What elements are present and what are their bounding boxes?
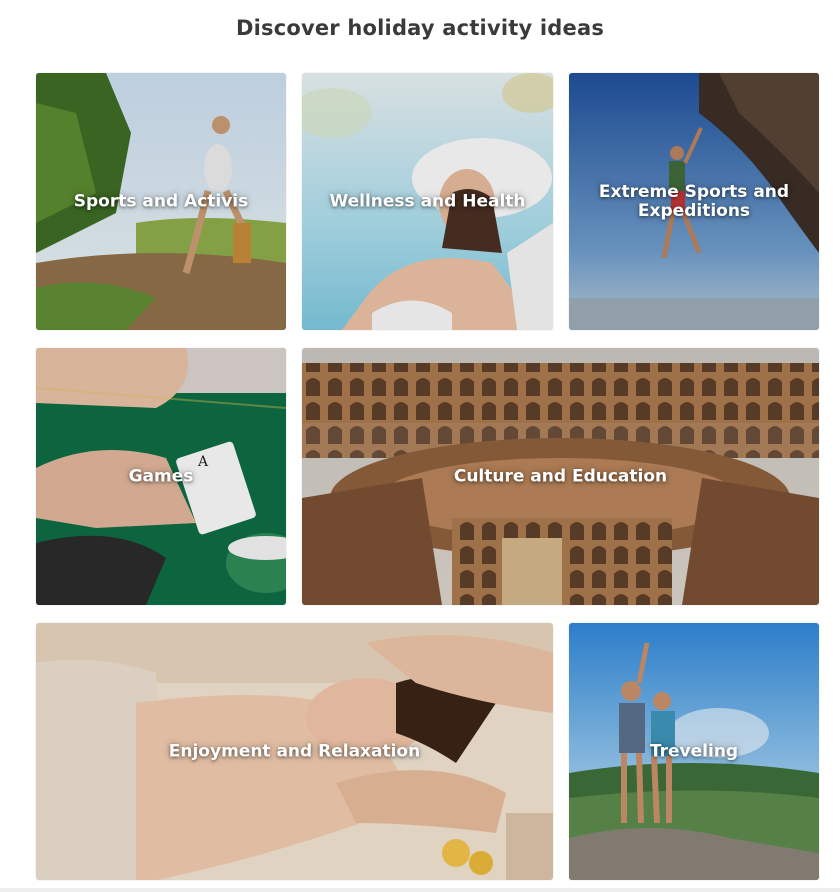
tile-label: Sports and Activis: [73, 191, 249, 211]
tile-label: Enjoyment and Relaxation: [168, 741, 421, 761]
tile-wellness-and-health[interactable]: Wellness and Health: [302, 73, 553, 330]
tile-extreme-sports-and-expeditions[interactable]: Extreme Sports and Expeditions: [569, 73, 819, 330]
tile-label: Treveling: [649, 741, 739, 761]
tile-label: Wellness and Health: [329, 191, 526, 211]
tile-label: Culture and Education: [453, 466, 668, 486]
footer-divider: [0, 888, 840, 892]
tile-games[interactable]: A Games: [36, 348, 286, 605]
tile-sports-and-activities[interactable]: Sports and Activis: [36, 73, 286, 330]
tile-label: Extreme Sports and Expeditions: [598, 181, 790, 221]
section-title: Discover holiday activity ideas: [235, 16, 605, 40]
tile-treveling[interactable]: Treveling: [569, 623, 819, 880]
tile-label: Games: [128, 466, 194, 486]
tile-culture-and-education[interactable]: Culture and Education: [302, 348, 819, 605]
tile-enjoyment-and-relaxation[interactable]: Enjoyment and Relaxation: [36, 623, 553, 880]
